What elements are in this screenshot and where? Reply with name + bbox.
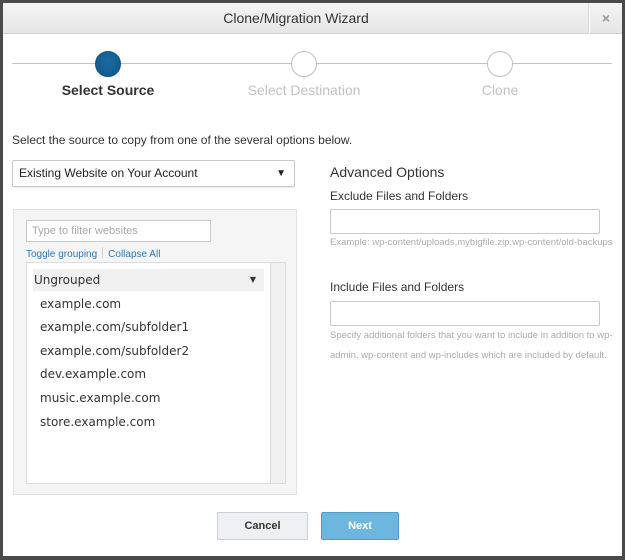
dropdown-caret-icon: ▼ xyxy=(276,168,286,179)
website-picker-panel: Toggle grouping Collapse All Ungrouped ▼ … xyxy=(13,209,297,495)
list-item[interactable]: example.com/subfolder1 xyxy=(40,320,189,334)
dialog-title: Clone/Migration Wizard xyxy=(223,10,369,26)
collapse-all-link[interactable]: Collapse All xyxy=(108,249,160,260)
source-type-select[interactable]: Existing Website on Your Account ▼ xyxy=(12,160,295,187)
intro-text: Select the source to copy from one of th… xyxy=(12,133,353,147)
exclude-label: Exclude Files and Folders xyxy=(330,189,469,203)
website-list: Ungrouped ▼ example.com example.com/subf… xyxy=(26,262,286,484)
list-item[interactable]: dev.example.com xyxy=(40,367,146,381)
exclude-files-input[interactable] xyxy=(330,209,600,234)
list-item[interactable]: music.example.com xyxy=(40,391,160,405)
source-select-value: Existing Website on Your Account xyxy=(19,166,198,180)
list-item[interactable]: example.com xyxy=(40,297,121,311)
clone-wizard-dialog: Clone/Migration Wizard × Select Source S… xyxy=(3,3,622,556)
include-files-input[interactable] xyxy=(330,301,600,326)
advanced-options-heading: Advanced Options xyxy=(330,164,445,180)
close-button[interactable]: × xyxy=(589,3,622,34)
exclude-help-text: Example: wp-content/uploads,mybigfile.zi… xyxy=(330,237,613,248)
panel-links: Toggle grouping Collapse All xyxy=(26,247,160,260)
step-1-indicator xyxy=(95,51,121,77)
list-item[interactable]: example.com/subfolder2 xyxy=(40,344,189,358)
group-collapse-icon: ▼ xyxy=(249,275,256,284)
title-bar: Clone/Migration Wizard × xyxy=(3,3,622,34)
include-help-text: Specify additional folders that you want… xyxy=(330,330,613,361)
close-icon: × xyxy=(601,10,611,26)
toggle-grouping-link[interactable]: Toggle grouping xyxy=(26,249,97,260)
step-2-label: Select Destination xyxy=(247,82,361,98)
next-button[interactable]: Next xyxy=(321,512,399,540)
website-filter-input[interactable] xyxy=(26,220,211,242)
step-2-indicator xyxy=(291,51,317,77)
list-item[interactable]: store.example.com xyxy=(40,415,155,429)
cancel-button[interactable]: Cancel xyxy=(217,512,308,540)
group-label: Ungrouped xyxy=(34,273,101,287)
list-scrollbar[interactable] xyxy=(270,263,285,483)
step-3-label: Clone xyxy=(481,82,519,98)
link-divider xyxy=(102,247,104,258)
step-3-indicator xyxy=(487,51,513,77)
include-label: Include Files and Folders xyxy=(330,280,465,294)
step-1-label: Select Source xyxy=(61,82,155,98)
group-header-ungrouped[interactable]: Ungrouped ▼ xyxy=(33,269,264,291)
